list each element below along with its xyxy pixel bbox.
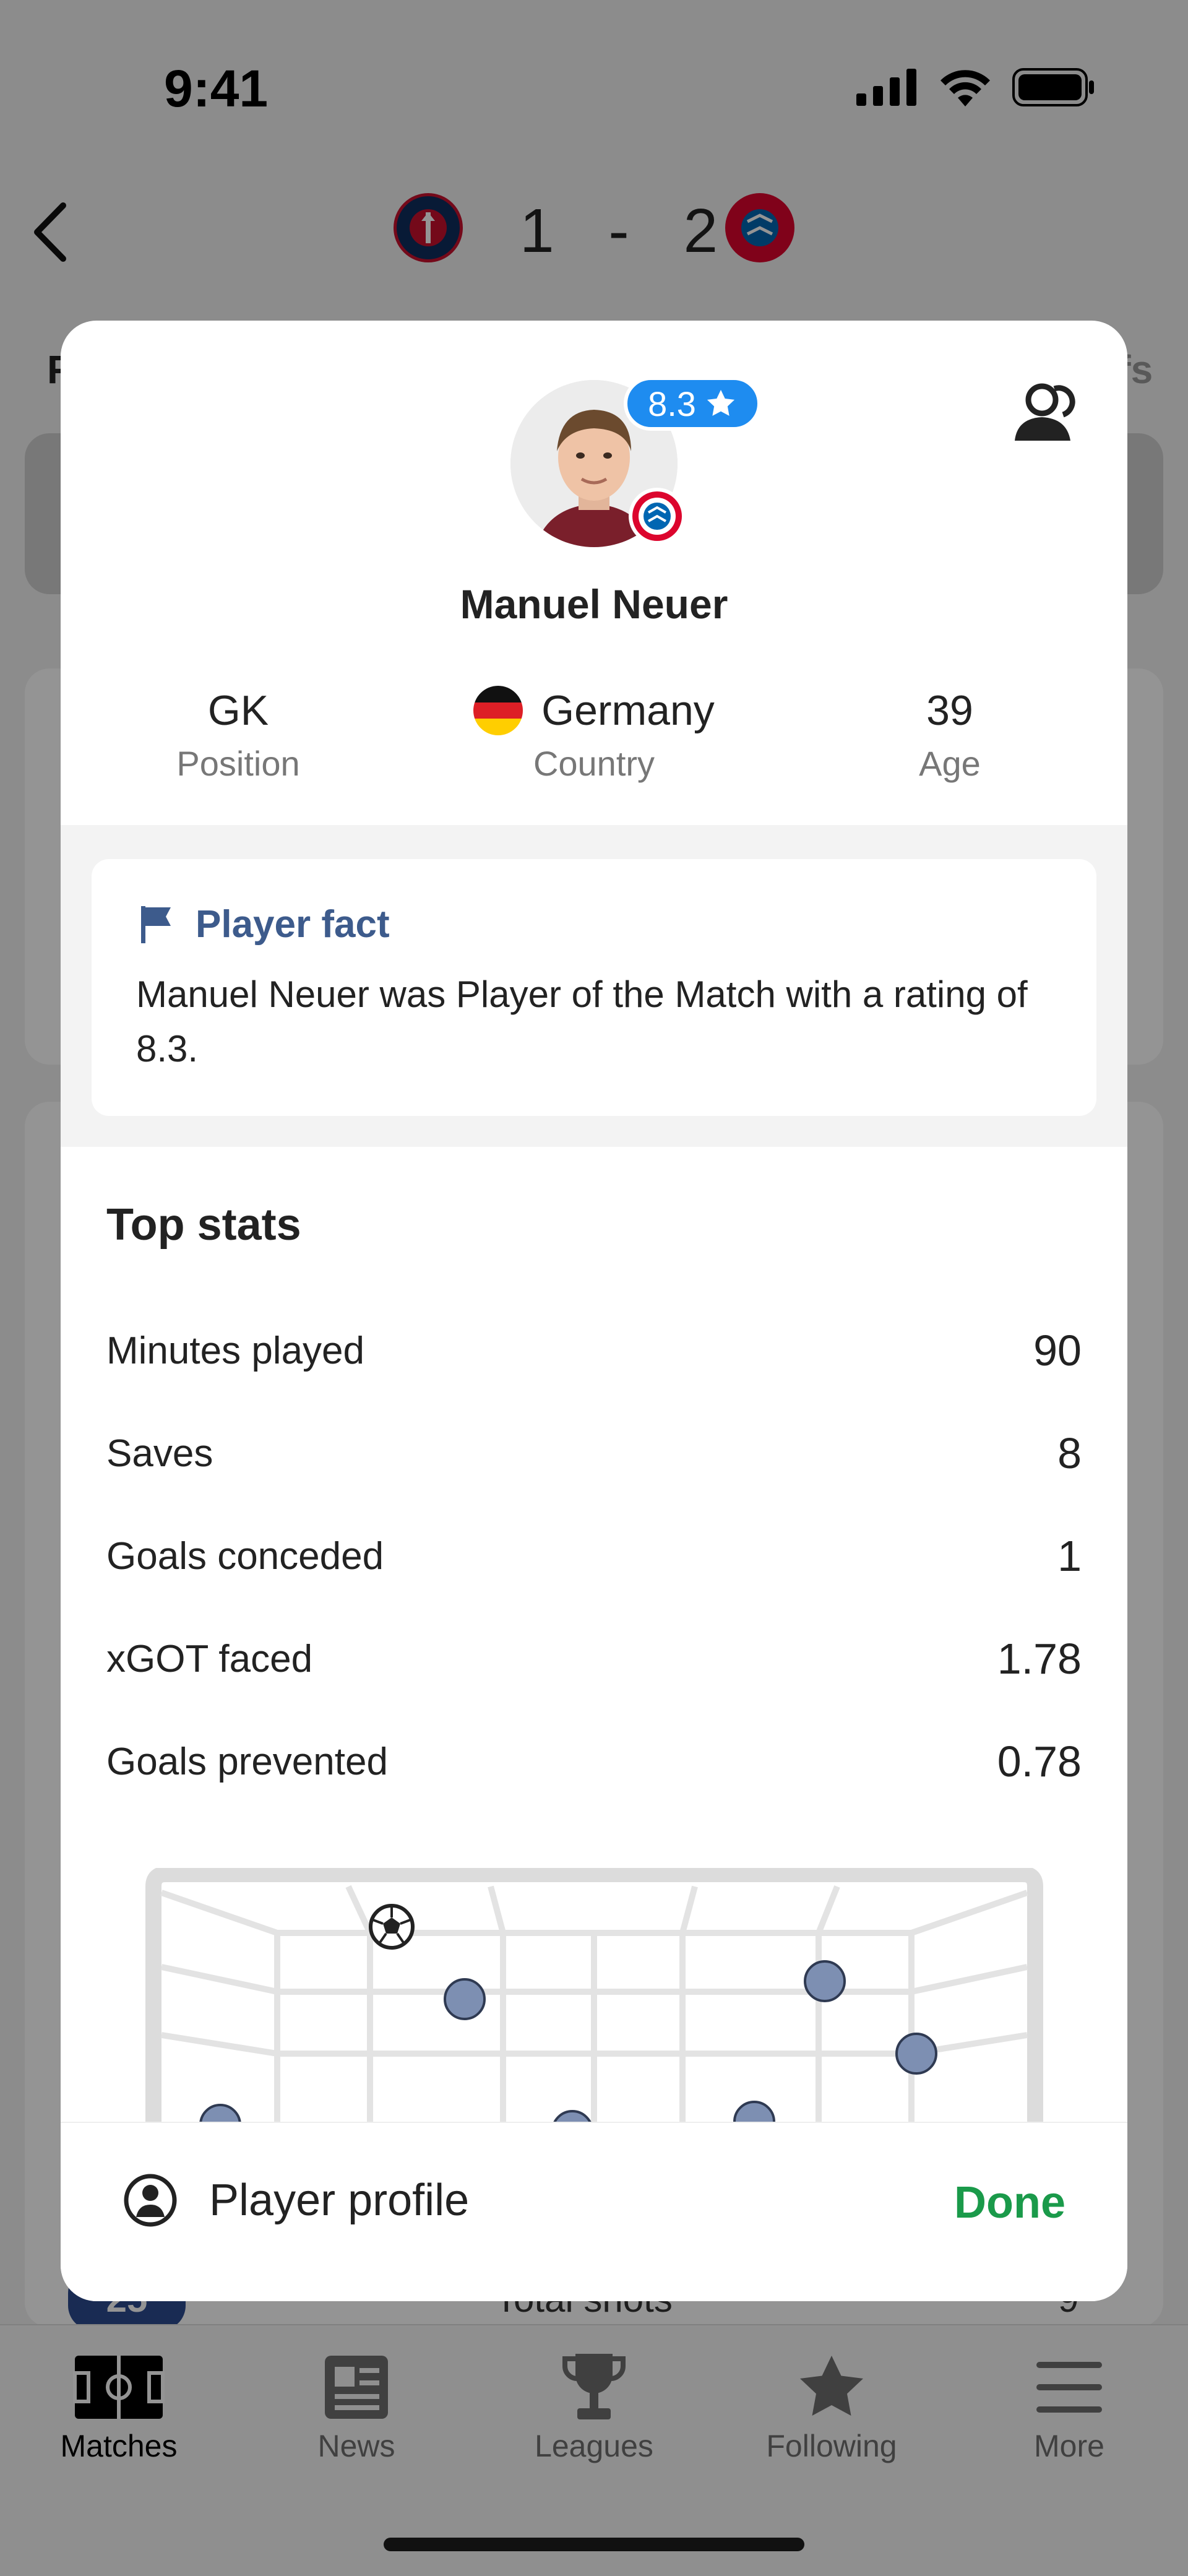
player-fact-section: Player fact Manuel Neuer was Player of t… (61, 825, 1127, 1147)
saved-shot-marker (444, 1978, 486, 2020)
position-info: GK Position (61, 683, 416, 784)
saved-shot-marker (895, 2033, 937, 2075)
stat-value: 1.78 (997, 1635, 1082, 1683)
top-stats-title: Top stats (106, 1200, 301, 1250)
stat-row: Saves 8 (106, 1422, 1082, 1484)
germany-flag-icon (473, 686, 523, 735)
done-button[interactable]: Done (954, 2177, 1065, 2228)
stat-label: Saves (106, 1432, 213, 1475)
age-value: 39 (926, 687, 973, 734)
stat-label: xGOT faced (106, 1637, 313, 1680)
player-fact-card: Player fact Manuel Neuer was Player of t… (92, 859, 1096, 1116)
home-indicator (384, 2538, 804, 2551)
stat-value: 0.78 (997, 1737, 1082, 1786)
stat-value: 90 (1033, 1326, 1082, 1375)
player-fact-title: Player fact (196, 903, 390, 946)
player-stats-modal: 8.3 Manuel Neuer GK Position Germany Cou… (61, 321, 1127, 2301)
modal-footer: Player profile Done (61, 2122, 1127, 2301)
player-profile-icon (124, 2174, 177, 2227)
stat-row: Minutes played 90 (106, 1320, 1082, 1381)
player-profile-button[interactable]: Player profile (123, 2172, 469, 2228)
stat-label: Goals prevented (106, 1740, 388, 1783)
player-fact-text: Manuel Neuer was Player of the Match wit… (136, 974, 1028, 1070)
age-label: Age (919, 744, 981, 783)
player-profile-label: Player profile (209, 2176, 470, 2225)
country-value: Germany (541, 687, 715, 734)
age-info: 39 Age (772, 683, 1127, 784)
saved-shot-marker (804, 1960, 846, 2002)
stat-value: 1 (1057, 1532, 1082, 1580)
player-rating-badge: 8.3 (624, 376, 761, 431)
position-value: GK (207, 687, 269, 734)
flag-icon (141, 905, 171, 943)
user-follow-icon (1015, 383, 1075, 441)
club-badge-icon (629, 488, 686, 545)
stat-label: Goals conceded (106, 1534, 384, 1578)
country-label: Country (533, 744, 655, 783)
follow-player-button[interactable] (1001, 373, 1088, 454)
position-label: Position (176, 744, 300, 783)
stat-value: 8 (1057, 1429, 1082, 1477)
player-name: Manuel Neuer (460, 581, 728, 627)
stat-label: Minutes played (106, 1329, 365, 1372)
goal-shot-map (144, 1868, 1044, 2134)
rating-value: 8.3 (648, 384, 696, 423)
country-info: Germany Country (416, 683, 772, 784)
stat-row: xGOT faced 1.78 (106, 1628, 1082, 1690)
stat-row: Goals prevented 0.78 (106, 1731, 1082, 1792)
goal-frame (145, 1868, 1043, 2134)
stat-row: Goals conceded 1 (106, 1525, 1082, 1587)
goal-scored-ball-icon (369, 1904, 415, 1950)
star-icon (707, 389, 735, 416)
